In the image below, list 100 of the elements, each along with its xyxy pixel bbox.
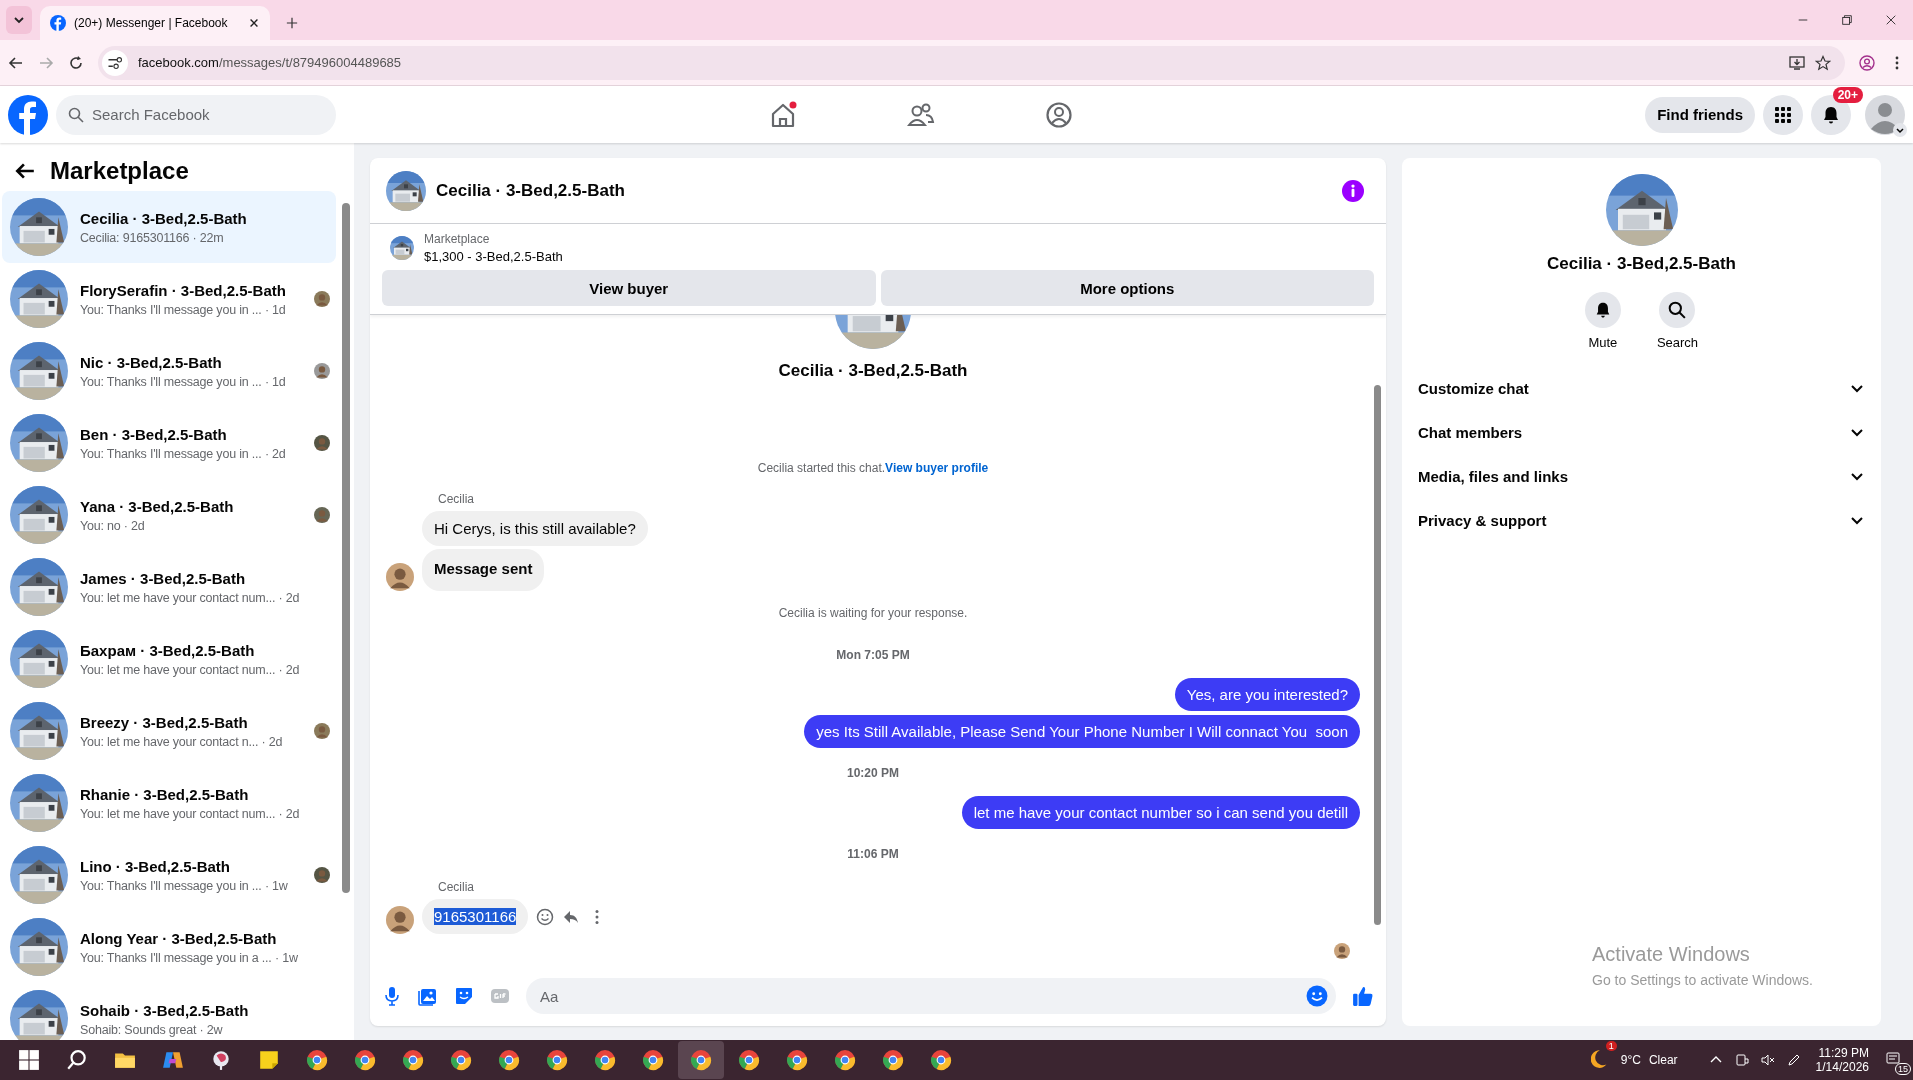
facebook-logo-icon[interactable]: [8, 94, 48, 135]
search-icon: [68, 106, 84, 123]
conversation-item[interactable]: Ben · 3-Bed,2.5-Bath You: Thanks I'll message you in ... · 2d: [2, 407, 336, 479]
action-button[interactable]: View buyer: [382, 270, 876, 306]
browser-icon[interactable]: [834, 1049, 856, 1071]
browser-icon[interactable]: [402, 1049, 424, 1071]
microphone-icon[interactable]: [382, 986, 402, 1006]
groups-icon[interactable]: [1044, 100, 1073, 129]
app-icon[interactable]: [210, 1049, 232, 1071]
conversation-item[interactable]: Rhanie · 3-Bed,2.5-Bath You: let me have your contact num... · 2d: [2, 767, 336, 839]
device-icon[interactable]: [1734, 1053, 1749, 1067]
avatar: [314, 507, 330, 523]
conversation-name: FlorySerafin · 3-Bed,2.5-Bath: [80, 281, 287, 299]
timestamp: Mon 7:05 PM: [836, 648, 910, 662]
close-icon[interactable]: [248, 17, 260, 29]
pen-icon[interactable]: [1786, 1053, 1801, 1067]
section-header[interactable]: Privacy & support: [1418, 498, 1865, 542]
section-header[interactable]: Chat members: [1418, 410, 1865, 454]
clock-date: 1/14/2026: [1815, 1060, 1869, 1074]
search-button[interactable]: [1659, 292, 1696, 328]
conversation-item[interactable]: Breezy · 3-Bed,2.5-Bath You: let me have your contact n... · 2d: [2, 695, 336, 767]
conversation-name: Lino · 3-Bed,2.5-Bath: [80, 857, 231, 875]
sticky-note-icon[interactable]: [258, 1049, 280, 1071]
caret-icon[interactable]: [1893, 122, 1907, 137]
conversation-name: Бахрам · 3-Bed,2.5-Bath: [80, 641, 256, 659]
section-header[interactable]: Customize chat: [1418, 366, 1865, 410]
section-header[interactable]: Media, files and links: [1418, 454, 1865, 498]
conversation-item[interactable]: Along Year · 3-Bed,2.5-Bath You: Thanks I'll message you in a ... · 1w: [2, 911, 336, 983]
timestamp: 11:06 PM: [847, 847, 899, 861]
close-icon[interactable]: [1885, 14, 1897, 26]
system-message: Cecilia started this chat.View buyer profile: [757, 461, 989, 475]
tab-list-icon[interactable]: [6, 6, 32, 34]
conversation-item[interactable]: Бахрам · 3-Bed,2.5-Bath You: let me have your contact num... · 2d: [2, 623, 336, 695]
scrollbar-thumb[interactable]: [1374, 385, 1381, 925]
message-preview: You: Thanks I'll message you in ... · 2d: [80, 446, 287, 461]
conversation-item[interactable]: James · 3-Bed,2.5-Bath You: let me have your contact num... · 2d: [2, 551, 336, 623]
sticker-icon[interactable]: [454, 986, 474, 1006]
notification-count: 20+: [1832, 86, 1863, 103]
avatar: [386, 906, 414, 934]
site-settings-icon[interactable]: [102, 49, 128, 76]
search-icon[interactable]: [66, 1049, 88, 1071]
conversation-item[interactable]: Nic · 3-Bed,2.5-Bath You: Thanks I'll message you in ... · 1d: [2, 335, 336, 407]
buyer-profile-link[interactable]: View buyer profile: [885, 461, 989, 475]
browser-icon[interactable]: [450, 1049, 472, 1071]
notification-center-icon[interactable]: [1886, 1051, 1900, 1065]
conversation-name: Breezy · 3-Bed,2.5-Bath: [80, 713, 249, 731]
conversation-name: Sohaib · 3-Bed,2.5-Bath: [80, 1001, 250, 1019]
restore-icon[interactable]: [1841, 14, 1853, 26]
browser-icon[interactable]: [738, 1049, 760, 1071]
chat-title: Cecilia · 3-Bed,2.5-Bath: [436, 180, 625, 201]
conversation-item[interactable]: Cecilia · 3-Bed,2.5-Bath Cecilia: 9165301166 · 22m: [2, 191, 336, 263]
emoji-icon[interactable]: [1306, 985, 1328, 1007]
outgoing-message: let me have your contact number so i can send you detill: [961, 796, 1360, 829]
assistant-icon[interactable]: [162, 1049, 184, 1071]
browser-icon[interactable]: [498, 1049, 520, 1071]
page-title: Marketplace: [50, 157, 189, 185]
conversation-item[interactable]: FlorySerafin · 3-Bed,2.5-Bath You: Thanks I'll message you in ... · 1d: [2, 263, 336, 335]
back-arrow-icon[interactable]: [8, 54, 24, 71]
browser-icon[interactable]: [786, 1049, 808, 1071]
avatar: [1334, 943, 1350, 959]
new-tab-icon[interactable]: [286, 17, 298, 29]
browser-icon[interactable]: [354, 1049, 376, 1071]
facebook-logo-icon: [50, 15, 66, 31]
message-field[interactable]: Aa: [526, 978, 1336, 1014]
action-button[interactable]: More options: [880, 270, 1374, 306]
conversation-name: Nic · 3-Bed,2.5-Bath: [80, 353, 223, 371]
browser-icon[interactable]: [882, 1049, 904, 1071]
scrollbar-thumb[interactable]: [342, 203, 350, 893]
message-preview: You: let me have your contact n... · 2d: [80, 734, 284, 749]
react-icon[interactable]: [536, 907, 555, 926]
info-icon[interactable]: [1342, 179, 1364, 202]
conversation-item[interactable]: Yana · 3-Bed,2.5-Bath You: no · 2d: [2, 479, 336, 551]
clock-time: 11:29 PM: [1818, 1046, 1869, 1060]
speaker-muted-icon[interactable]: [1760, 1053, 1775, 1067]
conversation-name: Along Year · 3-Bed,2.5-Bath: [80, 929, 278, 947]
install-app-icon[interactable]: [1789, 54, 1805, 71]
find-friends-button[interactable]: Find friends: [1645, 96, 1755, 133]
browser-icon[interactable]: [690, 1049, 712, 1071]
browser-icon[interactable]: [546, 1049, 568, 1071]
search-field[interactable]: Search Facebook: [56, 94, 336, 135]
start-icon[interactable]: [18, 1049, 40, 1071]
reload-icon[interactable]: [68, 54, 84, 71]
incoming-message: Hi Cerys, is this still available?: [422, 511, 648, 546]
image-icon[interactable]: [418, 986, 438, 1006]
conversation-item[interactable]: Lino · 3-Bed,2.5-Bath You: Thanks I'll message you in ... · 1w: [2, 839, 336, 911]
bookmark-star-icon[interactable]: [1815, 54, 1831, 71]
browser-icon[interactable]: [306, 1049, 328, 1071]
browser-icon[interactable]: [594, 1049, 616, 1071]
conversation-name: Cecilia · 3-Bed,2.5-Bath: [80, 209, 248, 227]
menu-button[interactable]: [1763, 94, 1803, 135]
mute-button[interactable]: [1584, 292, 1621, 328]
thumbs-up-icon[interactable]: [1352, 985, 1374, 1007]
browser-icon[interactable]: [930, 1049, 952, 1071]
profile-icon[interactable]: [1859, 54, 1875, 71]
conversation-name: Rhanie · 3-Bed,2.5-Bath: [80, 785, 250, 803]
message-preview: Sohaib: Sounds great · 2w: [80, 1022, 224, 1037]
avatar: [386, 563, 414, 591]
browser-icon[interactable]: [642, 1049, 664, 1071]
browser-tab[interactable]: (20+) Messenger | Facebook: [40, 6, 270, 40]
address-field[interactable]: facebook.com/messages/t/879496004489685: [98, 45, 1845, 80]
